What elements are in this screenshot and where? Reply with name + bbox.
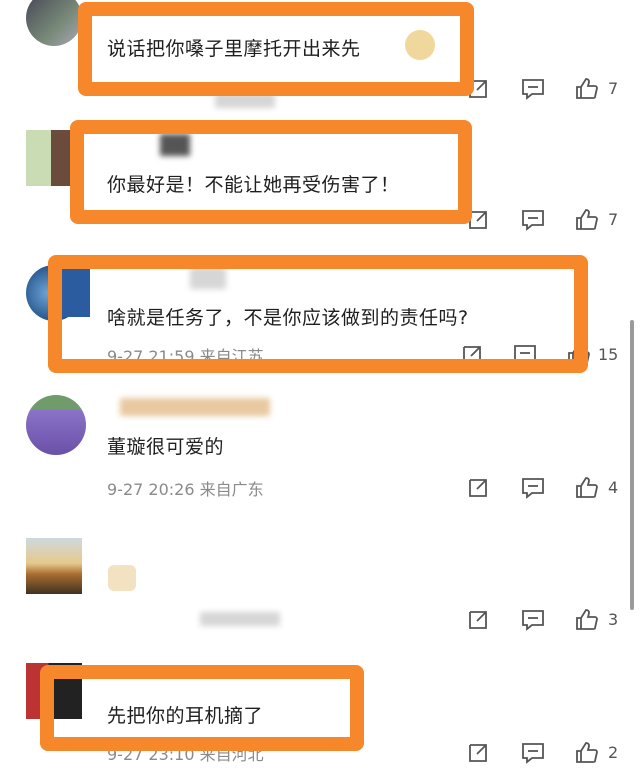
share-icon[interactable]	[466, 208, 490, 232]
like-icon[interactable]	[566, 343, 592, 367]
like-icon[interactable]	[574, 741, 600, 765]
comment-feed: 说话把你嗓子里摩托开出来先 7 你最好是！不能让她再受伤害了！ 7 啥就是任务了…	[0, 0, 640, 774]
comment-icon[interactable]	[520, 741, 546, 765]
comment-actions: 3	[466, 608, 626, 634]
comment-item: 3	[0, 520, 640, 650]
like-icon[interactable]	[574, 208, 600, 232]
comment-icon[interactable]	[512, 343, 538, 367]
comment-actions: 15	[463, 343, 626, 369]
like-count: 4	[608, 478, 619, 497]
emoji-icon	[108, 565, 136, 591]
comment-icon[interactable]	[520, 208, 546, 232]
avatar[interactable]	[26, 538, 82, 594]
comment-item: 说话把你嗓子里摩托开出来先 7	[0, 0, 640, 115]
like-icon[interactable]	[574, 608, 600, 632]
like-count: 2	[608, 743, 619, 762]
comment-item: 啥就是任务了，不是你应该做到的责任吗? 9-27 21:59 来自江苏 15	[0, 255, 640, 380]
share-icon[interactable]	[466, 476, 490, 500]
comment-actions: 4	[466, 476, 626, 502]
comment-text: 董璇很可爱的	[107, 436, 225, 458]
blurred-username	[160, 134, 190, 156]
comment-text: 啥就是任务了，不是你应该做到的责任吗?	[107, 307, 469, 329]
like-count: 7	[608, 210, 619, 229]
comment-meta: 9-27 20:26 来自广东	[107, 480, 264, 499]
comment-item: 董璇很可爱的 9-27 20:26 来自广东 4	[0, 390, 640, 515]
scrollbar[interactable]	[630, 320, 634, 610]
emoji-icon	[405, 30, 435, 60]
comment-text: 你最好是！不能让她再受伤害了！	[107, 174, 400, 196]
comment-meta: 9-27 21:59 来自江苏	[107, 347, 264, 366]
blurred-username	[190, 267, 226, 289]
share-icon[interactable]	[466, 608, 490, 632]
like-count: 7	[608, 79, 619, 98]
blurred-username	[120, 398, 270, 416]
like-icon[interactable]	[574, 476, 600, 500]
share-icon[interactable]	[466, 741, 490, 765]
like-count: 3	[608, 610, 619, 629]
comment-icon[interactable]	[520, 476, 546, 500]
like-icon[interactable]	[574, 77, 600, 101]
blurred-meta	[200, 612, 280, 626]
share-icon[interactable]	[460, 343, 484, 367]
avatar[interactable]	[26, 663, 82, 719]
comment-icon[interactable]	[520, 77, 546, 101]
comment-item: 先把你的耳机摘了 9-27 23:10 来自河北 2	[0, 655, 640, 774]
like-count: 15	[598, 345, 619, 364]
comment-actions: 7	[466, 208, 626, 234]
blurred-username	[215, 92, 275, 108]
comment-item: 你最好是！不能让她再受伤害了！ 7	[0, 120, 640, 250]
share-icon[interactable]	[466, 77, 490, 101]
avatar-overlay	[62, 267, 90, 317]
comment-text: 先把你的耳机摘了	[107, 705, 264, 727]
comment-meta: 9-27 23:10 来自河北	[107, 745, 264, 764]
comment-actions: 2	[466, 741, 626, 767]
comment-text: 说话把你嗓子里摩托开出来先	[107, 38, 361, 60]
avatar[interactable]	[26, 395, 86, 455]
avatar[interactable]	[26, 0, 82, 46]
comment-actions: 7	[466, 77, 626, 103]
comment-icon[interactable]	[520, 608, 546, 632]
avatar[interactable]	[26, 130, 82, 186]
